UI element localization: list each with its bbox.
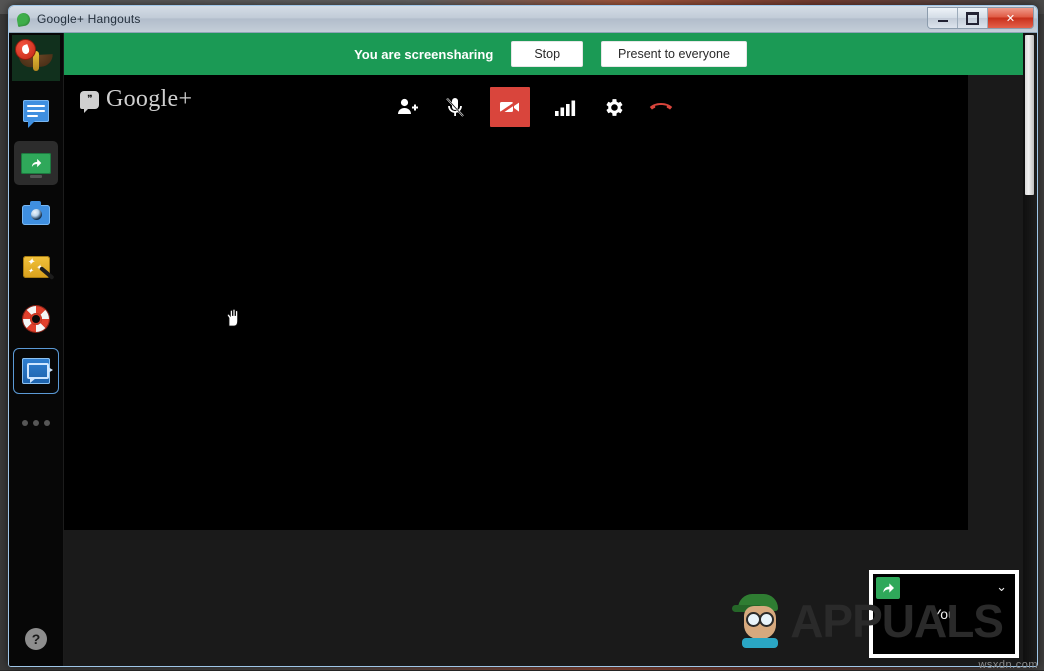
sidebar-item-capture[interactable] (14, 193, 58, 237)
mic-muted-icon (446, 97, 464, 117)
user-avatar[interactable] (12, 35, 60, 81)
stage-area: ❞ Google+ ⌄ You APPUALS (64, 75, 1037, 666)
camera-toggle-button[interactable] (490, 87, 530, 127)
chat-bubble-icon (23, 100, 49, 128)
cartoon-character-icon (732, 592, 788, 648)
sidebar-item-chat[interactable] (14, 89, 58, 133)
content-column: You are screensharing Stop Present to ev… (64, 33, 1037, 666)
camera-off-icon (499, 99, 520, 115)
video-stage[interactable]: ❞ Google+ (64, 75, 968, 530)
titlebar-left-group: Google+ Hangouts (9, 11, 141, 27)
footer-watermark: wsxdn.com (978, 659, 1038, 671)
window-titlebar: Google+ Hangouts ✕ (9, 6, 1037, 33)
help-button[interactable]: ? (25, 628, 47, 650)
google-plus-wordmark: Google+ (106, 86, 193, 112)
window-title: Google+ Hangouts (37, 12, 141, 26)
hangup-button[interactable] (648, 94, 674, 120)
maximize-button[interactable] (958, 8, 988, 28)
google-plus-logo: ❞ Google+ (80, 86, 192, 113)
maximize-icon (966, 11, 979, 25)
thumbnail-label: You (932, 606, 956, 622)
person-add-icon (398, 98, 418, 114)
self-view-thumbnail[interactable]: ⌄ You (869, 570, 1019, 658)
minimize-icon (937, 20, 948, 22)
gear-icon (605, 98, 623, 116)
chevron-down-icon[interactable]: ⌄ (996, 580, 1007, 593)
magic-wand-icon: ✦ ✦ ✦ (22, 256, 55, 280)
more-dots-icon (22, 420, 50, 426)
camera-icon (22, 201, 50, 225)
hangouts-window: Google+ Hangouts ✕ ✦ ✦ ? You are screens… (8, 5, 1038, 667)
sidebar-more-button[interactable] (14, 401, 58, 445)
invite-people-button[interactable] (394, 94, 420, 120)
screenshare-icon (21, 152, 51, 178)
close-button[interactable]: ✕ (988, 8, 1033, 28)
scrollbar-thumb[interactable] (1025, 35, 1034, 195)
bandwidth-button[interactable] (552, 94, 578, 120)
vertical-scrollbar[interactable] (1023, 33, 1037, 666)
sidebar-item-effects[interactable]: ✦ ✦ ✦ (14, 245, 58, 289)
sidebar-item-help-app[interactable] (14, 297, 58, 341)
flame-badge-icon (15, 39, 36, 60)
screenshare-banner: You are screensharing Stop Present to ev… (64, 33, 1037, 75)
life-ring-icon (23, 306, 49, 332)
window-controls: ✕ (927, 7, 1034, 29)
present-to-everyone-button[interactable]: Present to everyone (601, 41, 747, 67)
minimize-button[interactable] (928, 8, 958, 28)
call-toolbar (394, 87, 674, 127)
signal-bars-icon (555, 100, 576, 116)
phone-hangup-icon (649, 103, 673, 110)
left-sidebar: ✦ ✦ ✦ ? (9, 33, 64, 666)
thumbnail-screenshare-icon (876, 577, 900, 599)
stop-sharing-button[interactable]: Stop (511, 41, 584, 67)
video-chat-icon (22, 358, 53, 384)
microphone-mute-button[interactable] (442, 94, 468, 120)
settings-button[interactable] (600, 94, 626, 120)
window-body: ✦ ✦ ✦ ? You are (9, 33, 1037, 666)
green-bubble-icon (15, 11, 32, 27)
sidebar-item-video-chat[interactable] (13, 348, 59, 394)
screenshare-message: You are screensharing (354, 46, 494, 62)
google-plus-bubble-icon: ❞ (80, 90, 99, 113)
sidebar-item-screenshare[interactable] (14, 141, 58, 185)
